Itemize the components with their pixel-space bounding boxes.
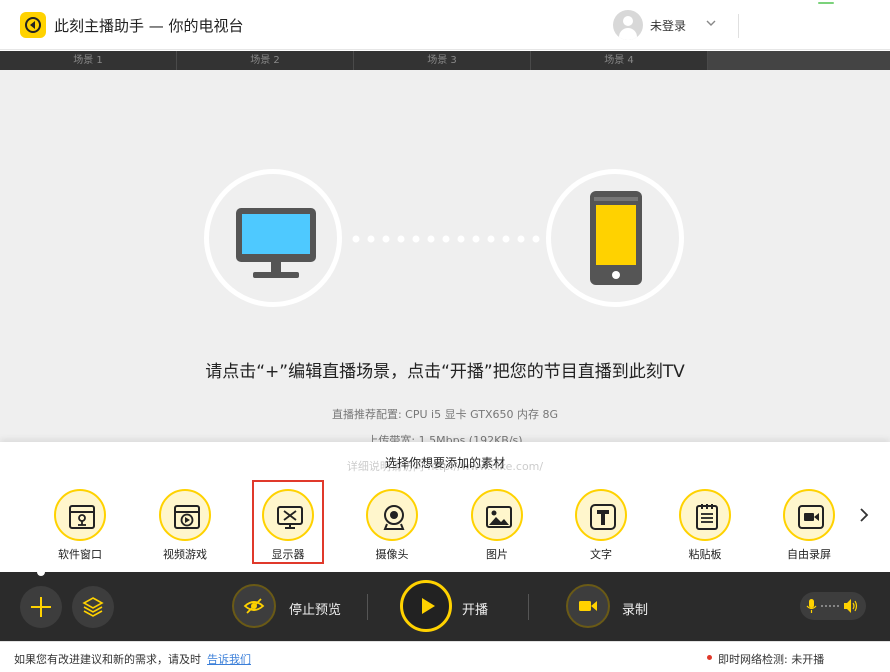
- material-monitor[interactable]: 显示器: [248, 480, 328, 566]
- connection-dots: [352, 235, 540, 243]
- picture-icon: [486, 506, 512, 528]
- material-label: 图片: [486, 548, 508, 561]
- recommended-config: 直播推荐配置: CPU i5 显卡 GTX650 内存 8G: [331, 408, 558, 421]
- preview-hint: 请点击“+”编辑直播场景，点击“开播”把您的节目直播到此刻TV: [205, 362, 685, 382]
- tab-scene-2[interactable]: 场景 2: [177, 51, 354, 70]
- material-label: 文字: [590, 548, 612, 561]
- go-live-label[interactable]: 开播: [462, 599, 488, 618]
- material-picture[interactable]: 图片: [457, 486, 537, 566]
- bottom-toolbar: 停止预览 开播 录制: [0, 572, 890, 641]
- window-control[interactable]: [818, 2, 834, 4]
- stop-preview-button[interactable]: [232, 584, 276, 628]
- app-title: 此刻主播助手 — 你的电视台: [54, 17, 244, 35]
- video-camera-icon: [579, 601, 597, 611]
- tab-scene-4[interactable]: 场景 4: [531, 51, 708, 70]
- material-label: 自由录屏: [787, 548, 831, 561]
- monitor-illustration-icon: [236, 208, 316, 278]
- add-scene-button[interactable]: [20, 586, 62, 628]
- material-label: 摄像头: [375, 548, 409, 561]
- phone-illustration-icon: [590, 191, 642, 285]
- network-value: 未开播: [791, 653, 825, 666]
- material-text[interactable]: 文字: [561, 486, 641, 566]
- user-avatar[interactable]: [613, 10, 643, 40]
- app-logo-icon: [20, 12, 46, 38]
- scene-tabs: 场景 1 场景 2 场景 3 场景 4: [0, 51, 890, 70]
- microphone-speaker-icon: [806, 599, 858, 613]
- eye-off-icon: [243, 598, 265, 614]
- layers-button[interactable]: [72, 586, 114, 628]
- material-webcam[interactable]: 摄像头: [352, 486, 432, 566]
- feedback-message: 如果您有改进建议和新的需求，请及时: [14, 653, 201, 666]
- toolbar-divider: [367, 594, 368, 620]
- layers-icon: [82, 597, 104, 617]
- stop-preview-label[interactable]: 停止预览: [289, 599, 341, 618]
- network-label: 即时网络检测:: [718, 653, 788, 666]
- text-icon: [590, 504, 616, 530]
- audio-controls[interactable]: [800, 592, 866, 620]
- toolbar-divider: [528, 594, 529, 620]
- pc-circle: [204, 169, 342, 307]
- monitor-icon: [277, 506, 303, 529]
- clipboard-icon: [696, 504, 718, 530]
- phone-circle: [546, 169, 684, 307]
- material-screen-record[interactable]: 自由录屏: [769, 486, 849, 566]
- screen-record-icon: [798, 505, 824, 529]
- panel-title: 选择你想要添加的素材: [384, 456, 505, 470]
- network-check: 即时网络检测: 未开播: [718, 651, 824, 667]
- material-video-game[interactable]: 视频游戏: [145, 486, 225, 566]
- app-window-icon: [69, 505, 95, 529]
- go-live-button[interactable]: [400, 580, 452, 632]
- login-status[interactable]: 未登录: [650, 17, 686, 34]
- material-panel: 详细说明请访问 http://www.cike.com/ 选择你想要添加的素材 …: [0, 442, 890, 572]
- add-pointer: [37, 572, 45, 576]
- material-label: 视频游戏: [163, 548, 207, 561]
- status-bar: 如果您有改进建议和新的需求，请及时 告诉我们 即时网络检测: 未开播: [0, 641, 890, 672]
- feedback-link[interactable]: 告诉我们: [207, 653, 251, 666]
- material-label: 显示器: [271, 548, 305, 561]
- network-status-dot: [707, 655, 712, 660]
- tab-scene-3[interactable]: 场景 3: [354, 51, 531, 70]
- title-divider: [738, 14, 739, 38]
- preview-area: 请点击“+”编辑直播场景，点击“开播”把您的节目直播到此刻TV 直播推荐配置: …: [0, 70, 890, 444]
- chevron-down-icon[interactable]: [704, 16, 718, 30]
- material-clipboard[interactable]: 粘贴板: [665, 486, 745, 566]
- title-bar: 此刻主播助手 — 你的电视台 未登录: [0, 0, 890, 50]
- material-app-window[interactable]: 软件窗口: [40, 486, 120, 566]
- feedback-text: 如果您有改进建议和新的需求，请及时 告诉我们: [14, 651, 251, 667]
- record-button[interactable]: [566, 584, 610, 628]
- video-game-icon: [174, 505, 200, 529]
- material-label: 粘贴板: [688, 548, 722, 561]
- scene-tab-filler: [708, 51, 890, 70]
- tab-scene-1[interactable]: 场景 1: [0, 51, 177, 70]
- record-label[interactable]: 录制: [622, 599, 648, 618]
- webcam-icon: [383, 505, 405, 530]
- chevron-right-icon[interactable]: [856, 505, 872, 525]
- material-label: 软件窗口: [58, 548, 102, 561]
